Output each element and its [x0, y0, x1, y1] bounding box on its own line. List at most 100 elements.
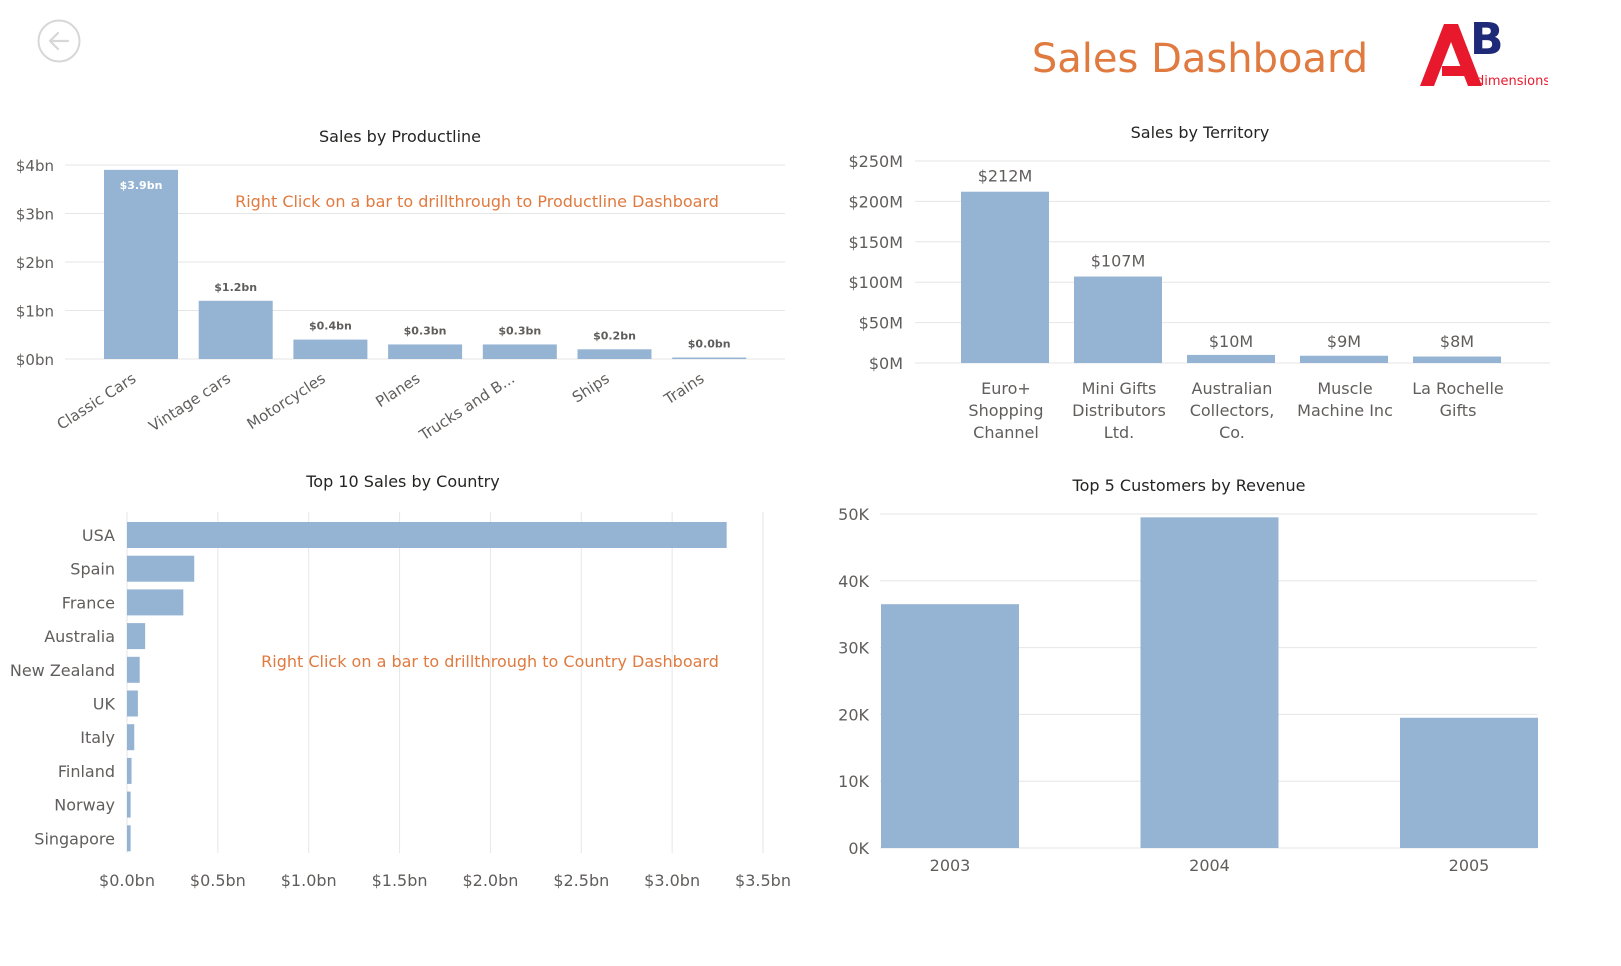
- data-label: $0.3bn: [498, 324, 541, 337]
- x-tick-label: Vintage cars: [146, 369, 234, 435]
- x-tick-label: $0.5bn: [190, 871, 246, 890]
- bar[interactable]: [1300, 355, 1388, 363]
- y-tick-label: 50K: [838, 505, 869, 524]
- bar[interactable]: [961, 191, 1049, 363]
- bar[interactable]: [1400, 717, 1538, 848]
- logo-subtext: dimensions: [1476, 74, 1548, 89]
- y-tick-label: $150M: [848, 233, 903, 252]
- x-tick-label: $1.5bn: [372, 871, 428, 890]
- bar[interactable]: [127, 690, 138, 717]
- x-tick-label: Planes: [372, 369, 423, 411]
- chart-title: Sales by Productline: [319, 127, 481, 146]
- bar[interactable]: [127, 724, 135, 751]
- x-tick-label: $3.0bn: [644, 871, 700, 890]
- data-label: $10M: [1209, 332, 1253, 351]
- bar[interactable]: [1413, 356, 1501, 363]
- y-tick-label: Finland: [58, 762, 115, 781]
- y-tick-label: $0bn: [16, 351, 54, 369]
- x-tick-label: $3.5bn: [735, 871, 791, 890]
- data-label: $1.2bn: [214, 281, 257, 294]
- bar[interactable]: [1140, 517, 1279, 848]
- bar[interactable]: [104, 169, 178, 359]
- x-tick-label: Muscle: [1317, 379, 1372, 398]
- y-tick-label: Spain: [70, 560, 115, 579]
- x-tick-label: 2003: [930, 856, 971, 875]
- productline-chart[interactable]: Sales by Productline $0bn $1bn $2bn $3bn $4bn…: [0, 118, 800, 448]
- y-tick-label: 0K: [848, 839, 869, 858]
- x-tick-label: Channel: [973, 423, 1039, 442]
- back-arrow-icon: [37, 19, 81, 63]
- y-tick-label: USA: [82, 526, 115, 545]
- company-logo: B dimensions: [1418, 14, 1550, 90]
- logo-letters: B: [1470, 20, 1504, 65]
- bar[interactable]: [127, 791, 131, 818]
- y-tick-label: Norway: [54, 796, 115, 815]
- bar[interactable]: [1074, 276, 1162, 363]
- x-tick-label: Motorcycles: [244, 369, 329, 433]
- drillthrough-hint: Right Click on a bar to drillthrough to …: [235, 192, 719, 211]
- x-tick-label: Machine Inc: [1297, 401, 1393, 420]
- y-tick-label: Australia: [44, 627, 115, 646]
- x-tick-label: 2004: [1189, 856, 1230, 875]
- bar[interactable]: [127, 522, 727, 548]
- dashboard-title: Sales Dashboard: [1031, 36, 1369, 82]
- bar[interactable]: [388, 344, 463, 359]
- y-tick-label: $3bn: [16, 206, 54, 224]
- x-tick-label: $2.0bn: [462, 871, 518, 890]
- y-tick-label: $1bn: [16, 303, 54, 321]
- data-label: $0.0bn: [688, 338, 731, 351]
- x-tick-label: Mini Gifts: [1082, 379, 1157, 398]
- x-tick-label: Distributors: [1072, 401, 1166, 420]
- y-tick-label: $100M: [848, 273, 903, 292]
- data-label: $8M: [1440, 332, 1474, 351]
- bar[interactable]: [127, 589, 184, 616]
- bar[interactable]: [127, 825, 131, 852]
- x-tick-label: La Rochelle: [1412, 379, 1504, 398]
- back-button[interactable]: [37, 19, 81, 63]
- bar[interactable]: [577, 349, 652, 359]
- y-tick-label: $200M: [848, 192, 903, 211]
- x-tick-label: Trucks and B...: [415, 369, 518, 444]
- x-tick-label: Collectors,: [1190, 401, 1275, 420]
- bar[interactable]: [127, 623, 146, 650]
- x-tick-label: Classic Cars: [54, 369, 140, 433]
- y-tick-label: $2bn: [16, 254, 54, 272]
- chart-title: Sales by Territory: [1131, 123, 1270, 142]
- bar[interactable]: [482, 344, 557, 359]
- x-tick-label: 2005: [1449, 856, 1490, 875]
- country-chart[interactable]: Top 10 Sales by Country $0.0bn $0.5bn $1.0b…: [0, 465, 800, 905]
- y-tick-label: France: [62, 593, 115, 612]
- y-tick-label: 40K: [838, 572, 869, 591]
- bar[interactable]: [198, 300, 273, 359]
- data-label: $3.9bn: [120, 179, 163, 192]
- y-tick-label: $4bn: [16, 157, 54, 175]
- bar[interactable]: [293, 339, 368, 359]
- y-tick-label: Singapore: [34, 829, 115, 848]
- y-tick-label: 30K: [838, 639, 869, 658]
- x-tick-label: Trains: [660, 369, 708, 409]
- bar[interactable]: [881, 604, 1019, 848]
- y-tick-label: UK: [93, 695, 116, 714]
- x-tick-label: Co.: [1219, 423, 1245, 442]
- y-tick-label: 20K: [838, 705, 869, 724]
- drillthrough-hint: Right Click on a bar to drillthrough to …: [261, 652, 719, 671]
- x-tick-label: Shopping: [968, 401, 1043, 420]
- y-tick-label: $250M: [848, 152, 903, 171]
- x-tick-label: Australian: [1192, 379, 1273, 398]
- data-label: $0.2bn: [593, 329, 636, 342]
- data-label: $107M: [1091, 252, 1146, 271]
- chart-title: Top 10 Sales by Country: [305, 472, 499, 491]
- bar[interactable]: [127, 555, 195, 582]
- data-label: $212M: [978, 167, 1033, 186]
- x-tick-label: Gifts: [1440, 401, 1477, 420]
- x-tick-label: Euro+: [981, 379, 1031, 398]
- territory-chart[interactable]: Sales by Territory $0M $50M $100M $150M $200M…: [820, 115, 1621, 455]
- customers-chart[interactable]: Top 5 Customers by Revenue 0K 10K 20K 30K 40K…: [820, 468, 1621, 888]
- bar[interactable]: [672, 357, 747, 360]
- y-tick-label: Italy: [80, 728, 115, 747]
- y-tick-label: New Zealand: [10, 661, 115, 680]
- x-tick-label: Ships: [569, 369, 613, 406]
- bar[interactable]: [1187, 354, 1275, 363]
- bar[interactable]: [127, 757, 132, 784]
- bar[interactable]: [127, 656, 140, 683]
